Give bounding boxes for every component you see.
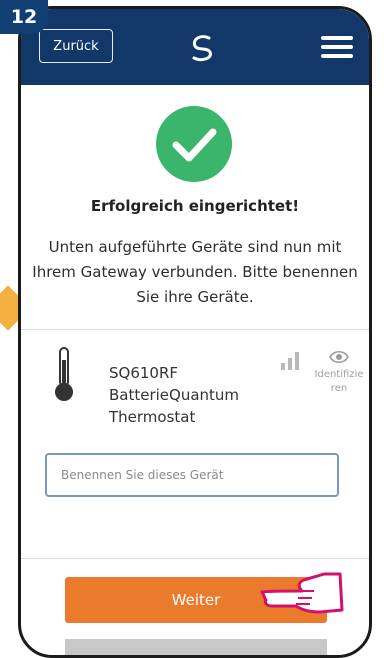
eye-icon xyxy=(329,350,349,364)
device-model: SQ610RF xyxy=(109,364,179,382)
success-check-icon xyxy=(156,106,232,182)
device-card: SQ610RF BatterieQuantum Thermostat Ident… xyxy=(21,329,369,559)
device-name-line3: Thermostat xyxy=(109,408,196,426)
thermometer-icon xyxy=(55,347,73,401)
signal-icon xyxy=(281,352,299,370)
identify-button[interactable]: Identifizieren xyxy=(313,348,365,396)
identify-label: Identifizieren xyxy=(314,369,364,394)
pointing-hand-icon xyxy=(260,572,344,614)
success-title: Erfolgreich eingerichtet! xyxy=(90,197,300,215)
phone-screen: Zurück Erfolgreich eingerichtet! Unten a… xyxy=(18,6,372,658)
device-name: SQ610RF BatterieQuantum Thermostat xyxy=(109,362,289,428)
menu-icon[interactable] xyxy=(321,36,353,58)
device-name-line2: BatterieQuantum xyxy=(109,386,240,404)
back-button[interactable]: Zurück xyxy=(39,29,113,63)
device-name-input[interactable] xyxy=(45,453,339,497)
logo-icon xyxy=(192,35,212,62)
success-message: Unten aufgeführte Geräte sind nun mit Ih… xyxy=(32,238,358,306)
secondary-button[interactable] xyxy=(65,639,327,655)
app-header: Zurück xyxy=(21,9,369,85)
step-badge: 12 xyxy=(0,0,48,34)
